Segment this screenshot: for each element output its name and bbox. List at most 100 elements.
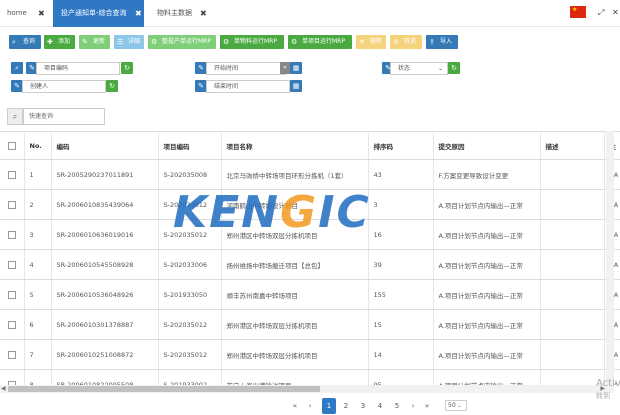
cell-no: 8 (24, 369, 52, 385)
search-icon[interactable]: ⌕ (11, 62, 23, 74)
cell-reason: A.项目计划节点内输出—正常 (433, 309, 541, 340)
tab-material-master[interactable]: 物料主数据 ✖ (157, 0, 212, 27)
tab-home-label: home (7, 9, 27, 17)
next-page-icon[interactable]: › (408, 398, 418, 414)
plus-icon: ✚ (47, 38, 53, 46)
last-page-icon[interactable]: » (422, 398, 432, 414)
col-reason[interactable]: 提交原因 (433, 131, 541, 160)
cell-sort: 16 (368, 219, 434, 250)
cell-no: 1 (24, 159, 52, 190)
page-4[interactable]: 4 (374, 398, 386, 414)
page-3[interactable]: 3 (357, 398, 369, 414)
refresh-icon[interactable]: ↻ (121, 62, 133, 74)
status-select[interactable]: 状态 ⌄ (390, 62, 448, 75)
fullscreen-icon[interactable]: ⤢ (598, 8, 604, 18)
search-icon: ⌕ (12, 38, 16, 46)
cell-project-code: S-201933002 (158, 369, 222, 385)
cell-code: SR-2006010536048926 (51, 279, 159, 310)
cell-project-code: S-202033006 (158, 249, 222, 280)
row-checkbox[interactable] (0, 339, 25, 370)
import-button[interactable]: ⇪ 导入 (426, 35, 458, 49)
cell-desc (540, 249, 605, 280)
table-row[interactable]: 4 SR-2006010545508928 S-202033006 扬州维扬中转… (0, 249, 620, 280)
table-row[interactable]: 6 SR-2006010301378887 S-202035012 郑州港区中转… (0, 309, 620, 340)
cell-project-code: S-202035012 (158, 339, 222, 370)
quick-search-input[interactable]: 快速查询 (23, 108, 105, 125)
close-icon[interactable]: ✖ (38, 0, 45, 27)
end-time-input[interactable]: 结束时间 (206, 80, 290, 93)
page-5[interactable]: 5 (391, 398, 403, 414)
search-icon[interactable]: ⌕ (7, 108, 23, 125)
scroll-left-icon[interactable]: ◀ (1, 385, 6, 392)
query-button[interactable]: ⌕ 查询 (9, 35, 41, 49)
row-checkbox[interactable] (0, 159, 25, 190)
select-all-checkbox[interactable] (0, 131, 25, 160)
cell-project-name: 郑州港区中转场双层分拣机项目 (221, 309, 369, 340)
refresh-icon[interactable]: ↻ (106, 80, 118, 92)
cell-no: 4 (24, 249, 52, 280)
calendar-icon[interactable]: ▦ (290, 80, 302, 92)
run-mrp-sheet-button[interactable]: ⚙ 整投产单运行MRP (148, 35, 216, 49)
creator-input[interactable]: 创建人 (22, 80, 106, 93)
close-icon[interactable]: ✖ (135, 0, 142, 27)
refresh-icon[interactable]: ↻ (448, 62, 460, 74)
horizontal-scroll-thumb[interactable] (8, 386, 320, 392)
table-row[interactable]: 5 SR-2006010536048926 S-201933050 顺丰苏州南嘉… (0, 279, 620, 310)
row-checkbox[interactable] (0, 279, 25, 310)
cell-project-name: 苏宁上海出港输送项目 (221, 369, 369, 385)
project-code-input[interactable]: 项目编码 (36, 62, 120, 75)
row-checkbox[interactable] (0, 219, 25, 250)
tab-production-query[interactable]: 投产通知单-综合查询 ✖ (53, 0, 144, 27)
detail-button[interactable]: ☰ 详细 (114, 35, 144, 49)
gear-icon: ⚙ (151, 38, 158, 46)
tab-production-query-label: 投产通知单-综合查询 (61, 9, 127, 17)
close-all-icon[interactable]: ✕ (612, 8, 619, 17)
row-checkbox[interactable] (0, 369, 25, 385)
table-row[interactable]: 7 SR-2006010251008872 S-202035012 郑州港区中转… (0, 339, 620, 370)
table-row[interactable]: 8 SR-2006010822095508 S-201933002 苏宁上海出港… (0, 369, 620, 385)
row-checkbox[interactable] (0, 249, 25, 280)
cell-code: SR-2006010545508928 (51, 249, 159, 280)
edit-icon: ✎ (82, 38, 88, 46)
add-button[interactable]: ✚ 添加 (44, 35, 75, 49)
cell-project-name: 顺丰苏州南嘉中转场项目 (221, 279, 369, 310)
china-flag-icon[interactable]: ★ (570, 6, 586, 18)
first-page-icon[interactable]: « (290, 398, 300, 414)
cancel-icon: ⊘ (393, 38, 399, 46)
horizontal-scrollbar[interactable]: ◀ ▶ (0, 385, 606, 393)
vertical-scrollbar[interactable] (606, 131, 614, 393)
cell-sort: 95 (368, 369, 434, 385)
col-project-code[interactable]: 项目编码 (158, 131, 222, 160)
prev-page-icon[interactable]: ‹ (305, 398, 315, 414)
close-icon[interactable]: ✖ (200, 0, 207, 27)
col-sort[interactable]: 排序码 (368, 131, 434, 160)
start-time-input[interactable]: 开始时间 (206, 62, 286, 75)
edit-button[interactable]: ✎ 更新 (79, 35, 110, 49)
page-2[interactable]: 2 (340, 398, 352, 414)
cell-sort: 15 (368, 309, 434, 340)
row-checkbox[interactable] (0, 309, 25, 340)
col-code[interactable]: 编码 (51, 131, 159, 160)
col-project-name[interactable]: 项目名称 (221, 131, 369, 160)
col-no[interactable]: No. (24, 131, 52, 160)
cell-desc (540, 339, 605, 370)
run-mrp-project-button[interactable]: ⚙ 单项目运行MRP (288, 35, 352, 49)
cell-project-name: 北京马驹桥中转场项目环形分拣机（1套） (221, 159, 369, 190)
cancel-button[interactable]: ⊘ 取消 (390, 35, 422, 49)
cell-code: SR-2006010301378887 (51, 309, 159, 340)
tab-home[interactable]: home ✖ (7, 0, 47, 27)
cell-code: SR-2006010822095508 (51, 369, 159, 385)
row-checkbox[interactable] (0, 189, 25, 220)
page-1[interactable]: 1 (322, 398, 336, 414)
clear-icon[interactable]: ✕ (280, 62, 290, 74)
cell-sort: 155 (368, 279, 434, 310)
gear-icon: ⚙ (223, 38, 230, 46)
cell-code: SR-2006010835439064 (51, 189, 159, 220)
delete-button[interactable]: ✕ 删除 (356, 35, 386, 49)
cell-reason: A.项目计划节点内输出—正常 (433, 249, 541, 280)
col-desc[interactable]: 描述 (540, 131, 605, 160)
table-row[interactable]: 1 SR-2005290237011891 S-202035008 北京马驹桥中… (0, 159, 620, 190)
calendar-icon[interactable]: ▦ (290, 62, 302, 74)
run-mrp-material-button[interactable]: ⚙ 单物料运行MRP (220, 35, 284, 49)
page-size-select[interactable]: 50 ⌄ (445, 400, 467, 411)
